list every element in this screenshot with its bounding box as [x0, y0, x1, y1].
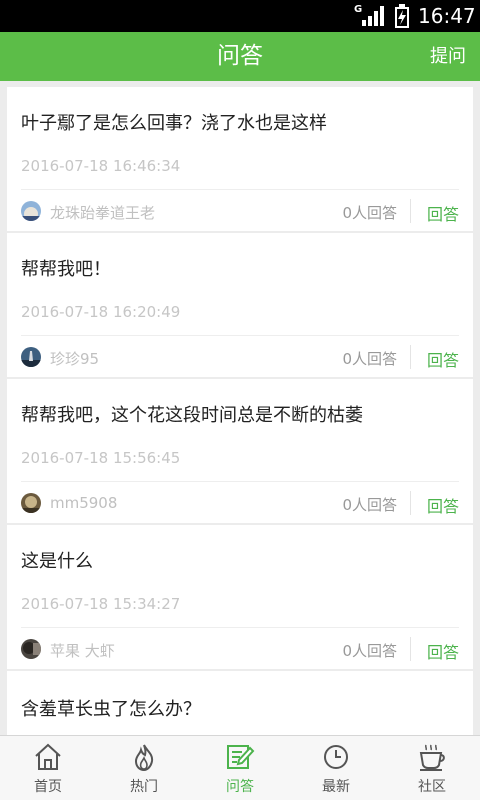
- tab-label: 首页: [34, 779, 62, 795]
- user-name[interactable]: mm5908: [50, 494, 117, 512]
- answer-button[interactable]: 回答: [427, 639, 459, 663]
- qa-edit-icon: [227, 745, 255, 769]
- user-avatar[interactable]: [21, 347, 41, 367]
- user-name[interactable]: 苹果 大虾: [50, 640, 115, 661]
- bottom-tab-bar: 首页 热门 问答 最新 社区: [0, 735, 480, 800]
- answer-count: 0人回答: [342, 642, 397, 660]
- tab-label: 热门: [130, 779, 158, 795]
- question-title[interactable]: 含羞草长虫了怎么办？: [21, 695, 201, 721]
- question-card[interactable]: 含羞草长虫了怎么办？: [7, 671, 473, 735]
- tab-qa[interactable]: 问答: [192, 736, 288, 800]
- question-title[interactable]: 这是什么: [21, 547, 93, 573]
- question-title[interactable]: 叶子鄢了是怎么回事？浇了水也是这样: [21, 109, 327, 135]
- answer-button[interactable]: 回答: [427, 347, 459, 371]
- divider: [21, 335, 459, 336]
- app-header: 问答 提问: [0, 32, 480, 81]
- question-card[interactable]: 叶子鄢了是怎么回事？浇了水也是这样 2016-07-18 16:46:34 龙珠…: [7, 87, 473, 231]
- tab-label: 最新: [322, 779, 350, 795]
- answer-count: 0人回答: [342, 496, 397, 514]
- divider: [410, 637, 411, 661]
- clock-icon: [324, 745, 348, 769]
- question-card[interactable]: 帮帮我吧，这个花这段时间总是不断的枯萎 2016-07-18 15:56:45 …: [7, 379, 473, 523]
- question-date: 2016-07-18 15:34:27: [21, 595, 181, 613]
- network-type: G: [354, 4, 363, 15]
- question-card[interactable]: 这是什么 2016-07-18 15:34:27 苹果 大虾 0人回答 回答: [7, 525, 473, 669]
- clock: 16:47: [418, 4, 476, 28]
- user-name[interactable]: 珍珍95: [50, 348, 99, 369]
- flame-icon: [134, 744, 154, 772]
- question-title[interactable]: 帮帮我吧！: [21, 255, 111, 281]
- question-date: 2016-07-18 16:20:49: [21, 303, 181, 321]
- tab-community[interactable]: 社区: [384, 736, 480, 800]
- question-date: 2016-07-18 15:56:45: [21, 449, 181, 467]
- divider: [410, 199, 411, 223]
- question-list[interactable]: 叶子鄢了是怎么回事？浇了水也是这样 2016-07-18 16:46:34 龙珠…: [0, 81, 480, 735]
- coffee-cup-icon: [419, 744, 445, 771]
- user-avatar[interactable]: [21, 201, 41, 221]
- tab-hot[interactable]: 热门: [96, 736, 192, 800]
- tab-label: 社区: [418, 779, 446, 795]
- answer-count: 0人回答: [342, 350, 397, 368]
- answer-button[interactable]: 回答: [427, 201, 459, 225]
- user-name[interactable]: 龙珠跆拳道王老: [50, 202, 155, 223]
- status-bar: G 16:47: [0, 0, 480, 32]
- battery-charging-icon: [395, 4, 409, 28]
- question-date: 2016-07-18 16:46:34: [21, 157, 181, 175]
- answer-count: 0人回答: [342, 204, 397, 222]
- ask-question-button[interactable]: 提问: [430, 32, 466, 81]
- home-icon: [35, 743, 61, 770]
- tab-label: 问答: [226, 779, 254, 795]
- user-avatar[interactable]: [21, 493, 41, 513]
- divider: [410, 491, 411, 515]
- question-card[interactable]: 帮帮我吧！ 2016-07-18 16:20:49 珍珍95 0人回答 回答: [7, 233, 473, 377]
- divider: [21, 189, 459, 190]
- answer-button[interactable]: 回答: [427, 493, 459, 517]
- tab-home[interactable]: 首页: [0, 736, 96, 800]
- divider: [410, 345, 411, 369]
- divider: [21, 481, 459, 482]
- user-avatar[interactable]: [21, 639, 41, 659]
- signal-icon: [362, 6, 384, 26]
- page-title: 问答: [217, 43, 263, 69]
- divider: [21, 627, 459, 628]
- tab-latest[interactable]: 最新: [288, 736, 384, 800]
- question-title[interactable]: 帮帮我吧，这个花这段时间总是不断的枯萎: [21, 401, 363, 427]
